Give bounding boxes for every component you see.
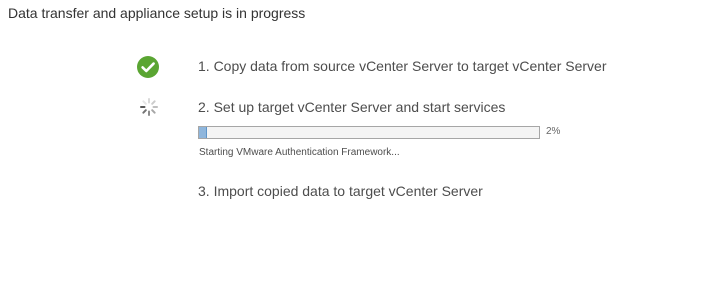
progress-status-text: Starting VMware Authentication Framework… [199,147,400,158]
step-2-label: 2. Set up target vCenter Server and star… [198,99,506,115]
spinner-icon-graphic [140,98,158,116]
step-3-label: 3. Import copied data to target vCenter … [198,183,483,199]
progress-percent: 2% [546,126,561,137]
page-title: Data transfer and appliance setup is in … [8,5,306,21]
progress-bar-fill [199,127,207,138]
progress-bar [198,126,540,139]
check-circle-icon-graphic [137,56,159,78]
spinner-icon [139,97,161,119]
step-1-label: 1. Copy data from source vCenter Server … [198,58,607,74]
migration-progress-page: Data transfer and appliance setup is in … [0,0,713,303]
check-circle-icon [137,56,159,78]
